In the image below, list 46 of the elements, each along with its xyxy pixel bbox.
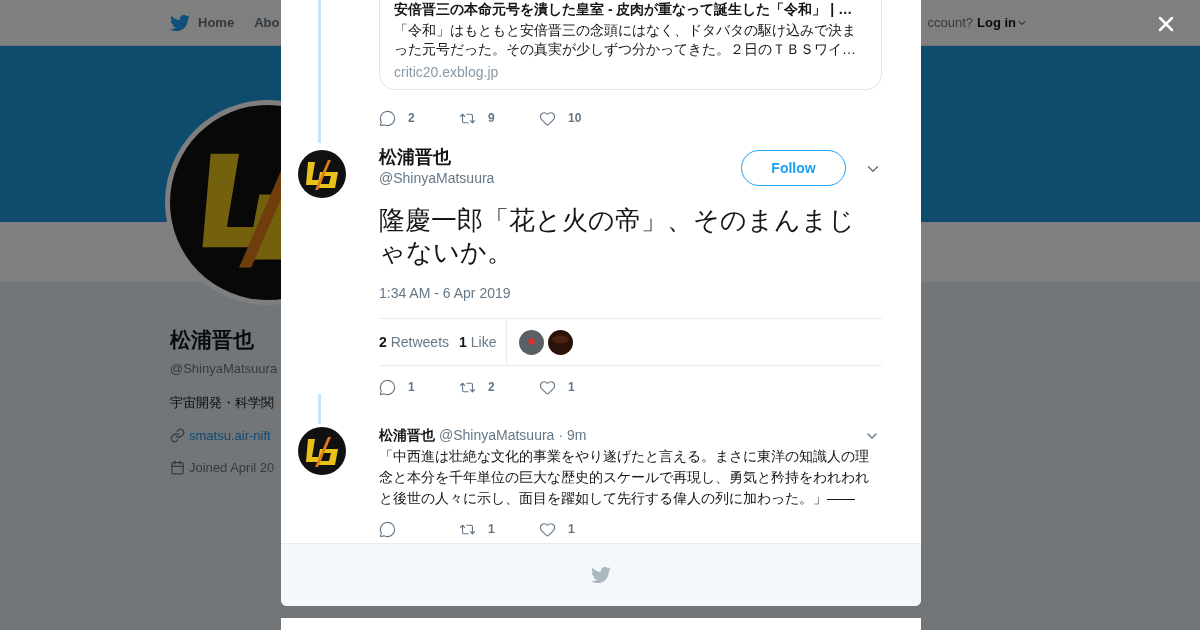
joined-date: Joined April 20 [189,458,275,477]
retweet-stat[interactable]: 2 Retweets [379,331,460,353]
nav-link[interactable]: Abo [254,12,280,33]
action-count: 9 [488,110,495,127]
avatar[interactable] [298,150,346,198]
tweet-timestamp[interactable]: 1:34 AM - 6 Apr 2019 [379,283,882,304]
action-count: 1 [568,521,575,538]
profile-name: 松浦晋也 [170,327,255,353]
separator-dot: · [558,426,564,445]
heart-icon[interactable] [539,109,556,127]
profile-handle: @ShinyaMatsuura [170,360,279,378]
avatar[interactable] [548,329,574,355]
card-description: 「令和」はもともと安倍晋三の念頭にはなく、ドタバタの駆け込みで決まった元号だった。その真実が少しずつ分かってきた。２日のＴＢＳワイ… [394,21,857,59]
action-count: 10 [568,110,582,127]
profile-bio: 宇宙開発・科学関 [170,393,275,412]
link-card[interactable]: 安倍晋三の本命元号を潰した皇室 - 皮肉が重なって誕生した「令和」 | … 「令和」はもともと安倍晋三の念頭にはなく、ドタバタの駆け込みで決まった元号だった。その真実が少しずつ分かってきた。２日のＴＢＳワイ… critic20.exblog.jp [379,0,882,90]
author-handle[interactable]: @ShinyaMatsuura [379,168,495,189]
heart-icon[interactable] [539,378,556,396]
bird-icon [591,565,611,585]
tweet-text: 隆慶一郎「花と火の帝」、そのまんまじゃないか。 [379,204,856,268]
avatar[interactable] [519,329,545,355]
action-count: 2 [408,110,415,127]
reply-icon[interactable] [379,378,396,396]
action-count: 1 [408,379,415,396]
account-prompt: ccount? [927,13,973,32]
nav-link[interactable]: Home [170,12,235,33]
action-count: 1 [488,521,495,538]
reply-text: 「中西進は壮絶な文化的事業をやり遂げたと言える。まさに東洋の知識人の理念と本分を千年単位の巨大な歴史的スケールで再現し、勇気と矜持をわれわれと後世の人々に示し、面目を躍如して先行する偉人の列に加わった。」―― [379,447,870,508]
avatar[interactable] [298,427,346,475]
tweet-time[interactable]: 9m [567,425,587,446]
login-link[interactable]: Log in [977,12,1028,33]
like-stat[interactable]: 1 Like [459,331,507,353]
calendar-icon [170,459,185,475]
reply-icon[interactable] [379,109,396,127]
bird-icon [170,12,190,33]
author-name[interactable]: 松浦晋也 [379,425,435,446]
reply-icon[interactable] [379,520,396,538]
action-count: 2 [488,379,495,396]
thread-line [318,394,321,424]
author-name[interactable]: 松浦晋也 [379,146,495,168]
card-title: 安倍晋三の本命元号を潰した皇室 - 皮肉が重なって誕生した「令和」 | … [394,0,854,18]
author-handle[interactable]: @ShinyaMatsuura [439,425,555,446]
action-count: 1 [568,379,575,396]
heart-icon[interactable] [539,520,556,538]
link-icon [170,428,185,444]
card-domain: critic20.exblog.jp [394,63,500,82]
